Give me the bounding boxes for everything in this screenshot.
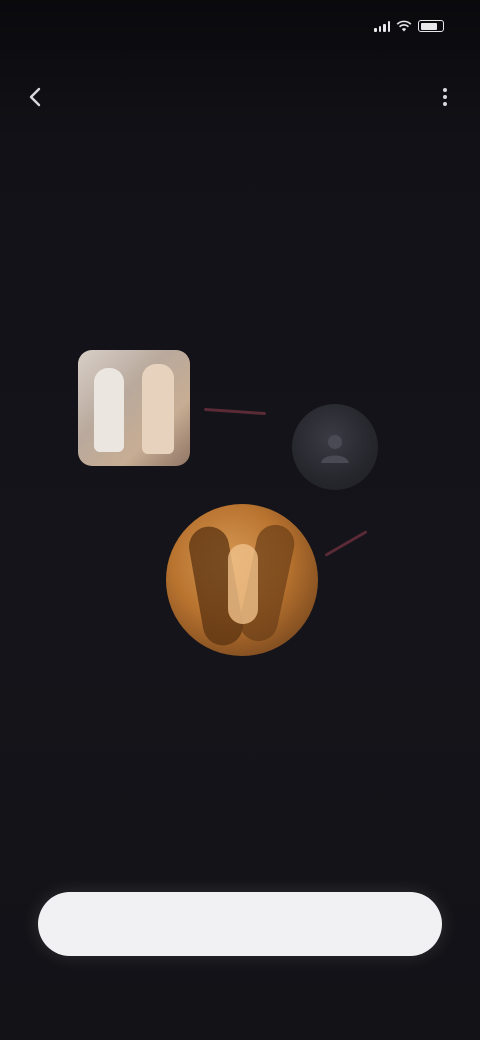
user-icon	[321, 435, 349, 463]
connector-line	[203, 407, 267, 416]
battery-icon	[418, 20, 444, 32]
main-avatar[interactable]	[166, 504, 318, 656]
avatar[interactable]	[292, 404, 378, 490]
link-diagram	[0, 320, 480, 720]
more-icon[interactable]	[432, 84, 458, 110]
signal-icon	[374, 20, 390, 32]
wifi-icon	[396, 20, 412, 32]
avatar-detail	[228, 544, 258, 624]
connector-line	[324, 530, 368, 557]
photo-thumbnail[interactable]	[78, 350, 190, 466]
photo-figure	[142, 364, 174, 454]
status-bar	[0, 0, 480, 56]
photo-figure	[94, 368, 124, 452]
status-icons	[374, 20, 444, 32]
chevron-left-icon[interactable]	[22, 84, 48, 110]
nav-bar	[0, 70, 480, 124]
continue-button[interactable]	[38, 892, 442, 956]
